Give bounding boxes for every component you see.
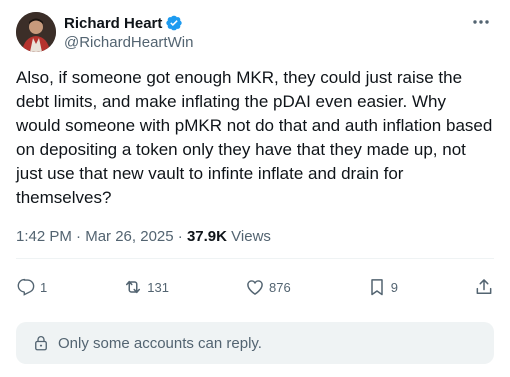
reply-count: 1	[40, 279, 48, 295]
meta-separator: ·	[76, 228, 86, 245]
share-icon	[476, 279, 492, 294]
like-button[interactable]: 876	[245, 277, 291, 297]
lock-icon	[35, 336, 47, 351]
reply-icon	[17, 278, 35, 296]
tweet-metadata: 1:42 PM · Mar 26, 2025 · 37.9K Views	[16, 228, 271, 245]
tweet-header: Richard Heart @RichardHeartWin	[16, 10, 494, 54]
like-count: 876	[269, 279, 291, 295]
repost-count: 131	[147, 279, 169, 295]
avatar-image	[16, 12, 56, 52]
tweet: Richard Heart @RichardHeartWin Also, if …	[0, 0, 510, 377]
bookmark-count: 9	[390, 279, 398, 295]
tweet-date[interactable]: Mar 26, 2025	[85, 228, 173, 245]
reply-restriction-notice: Only some accounts can reply.	[16, 322, 494, 364]
repost-icon	[126, 280, 141, 294]
meta-separator: ·	[177, 228, 187, 245]
author-handle[interactable]: @RichardHeartWin	[64, 34, 193, 51]
like-icon	[247, 280, 263, 295]
author-display-name[interactable]: Richard Heart	[64, 15, 162, 32]
verified-badge-icon[interactable]	[165, 14, 183, 32]
views-count[interactable]: 37.9K	[187, 228, 227, 245]
tweet-text: Also, if someone got enough MKR, they co…	[16, 68, 493, 207]
views-label: Views	[231, 228, 271, 245]
divider	[16, 258, 494, 259]
bookmark-icon	[370, 279, 383, 296]
repost-button[interactable]: 131	[123, 277, 169, 297]
tweet-time[interactable]: 1:42 PM	[16, 228, 72, 245]
reply-restriction-text: Only some accounts can reply.	[58, 334, 262, 352]
author-names: Richard Heart @RichardHeartWin	[64, 13, 193, 52]
bookmark-button[interactable]: 9	[367, 277, 398, 297]
share-button[interactable]	[474, 277, 494, 297]
reply-button[interactable]: 1	[16, 277, 47, 297]
tweet-actions: 1 131 876 9	[16, 272, 494, 302]
more-icon[interactable]	[470, 12, 492, 32]
avatar[interactable]	[16, 12, 56, 52]
